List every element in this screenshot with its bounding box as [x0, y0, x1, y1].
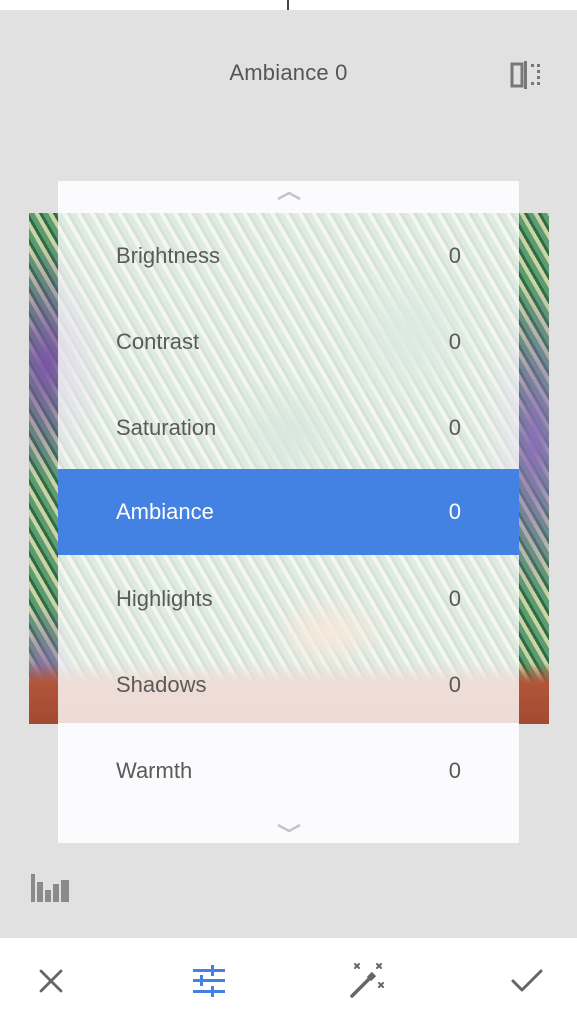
menu-item-label: Ambiance [116, 499, 214, 524]
menu-item-saturation[interactable]: Saturation 0 [58, 385, 519, 471]
bottom-toolbar [0, 938, 577, 1024]
menu-item-warmth[interactable]: Warmth 0 [58, 728, 519, 814]
chevron-down-icon[interactable] [276, 821, 302, 837]
menu-item-label: Brightness [116, 243, 220, 268]
menu-item-value: 0 [448, 758, 461, 783]
menu-item-ambiance[interactable]: Ambiance 0 [58, 469, 519, 555]
menu-item-value: 0 [448, 499, 461, 524]
menu-item-value: 0 [448, 672, 461, 697]
menu-item-label: Shadows [116, 672, 207, 697]
menu-item-label: Highlights [116, 586, 213, 611]
close-icon[interactable] [28, 958, 74, 1004]
tune-sliders-icon[interactable] [186, 958, 232, 1004]
histogram-icon[interactable] [31, 874, 71, 902]
menu-item-highlights[interactable]: Highlights 0 [58, 556, 519, 642]
menu-item-value: 0 [448, 586, 461, 611]
compare-icon[interactable] [506, 58, 546, 92]
menu-item-contrast[interactable]: Contrast 0 [58, 299, 519, 385]
adjustment-menu: Brightness 0 Contrast 0 Saturation 0 Amb… [58, 181, 519, 843]
menu-item-label: Contrast [116, 329, 200, 354]
menu-item-value: 0 [448, 329, 461, 354]
page-title: Ambiance 0 [229, 60, 348, 85]
menu-item-shadows[interactable]: Shadows 0 [58, 642, 519, 728]
menu-item-label: Warmth [116, 758, 193, 783]
magic-wand-icon[interactable] [344, 958, 390, 1004]
menu-item-value: 0 [448, 243, 461, 268]
menu-item-brightness[interactable]: Brightness 0 [58, 213, 519, 299]
chevron-up-icon[interactable] [276, 187, 302, 203]
menu-item-value: 0 [448, 415, 461, 440]
check-icon[interactable] [504, 958, 550, 1004]
menu-item-label: Saturation [116, 415, 217, 440]
